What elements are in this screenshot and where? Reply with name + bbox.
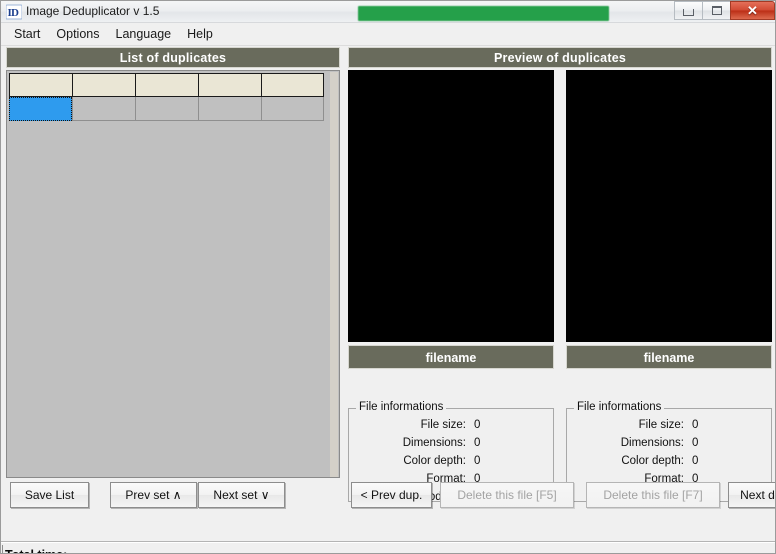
close-button[interactable]: ✕: [730, 1, 775, 20]
preview-filename-right: filename: [566, 345, 772, 369]
grid-header-cell[interactable]: [198, 73, 261, 97]
info-label: Color depth:: [621, 454, 684, 467]
menu-item-options[interactable]: Options: [48, 24, 107, 44]
preview-image-right[interactable]: [566, 70, 772, 342]
grid-header-cell[interactable]: [9, 73, 72, 97]
info-value: 0: [692, 418, 699, 431]
next-set-button[interactable]: Next set ∨: [198, 482, 285, 508]
info-label: Dimensions:: [620, 436, 684, 449]
preview-filename-left: filename: [348, 345, 554, 369]
grid-header-row: [9, 73, 339, 97]
grid-header-cell[interactable]: [72, 73, 135, 97]
menu-item-language[interactable]: Language: [108, 24, 180, 44]
status-divider: [2, 545, 3, 553]
info-row-color-depth-left: Color depth: 0: [349, 452, 553, 469]
list-of-duplicates-caption: List of duplicates: [6, 47, 340, 68]
preview-left: filename: [348, 70, 554, 369]
table-row[interactable]: [9, 97, 339, 121]
maximize-button[interactable]: [702, 1, 731, 20]
preview-buttons-bar: < Prev dup. Delete this file [F5] Delete…: [348, 482, 775, 508]
minimize-icon: [683, 9, 694, 16]
preview-image-left[interactable]: [348, 70, 554, 342]
info-row-color-depth-right: Color depth: 0: [567, 452, 771, 469]
info-label: File size:: [638, 418, 684, 431]
prev-set-button[interactable]: Prev set ∧: [110, 482, 197, 508]
panel-splitter[interactable]: [340, 46, 348, 508]
client-area: List of duplicates Save List Prev set ∧ …: [1, 46, 775, 553]
grid-cell-selected[interactable]: [9, 97, 72, 121]
grid-header-cell[interactable]: [135, 73, 198, 97]
grid-cell[interactable]: [198, 97, 261, 121]
preview-panel: Preview of duplicates filename filename …: [348, 47, 775, 508]
next-dup-button[interactable]: Next dup. >: [728, 482, 775, 508]
preview-of-duplicates-caption: Preview of duplicates: [348, 47, 772, 68]
info-value: 0: [692, 436, 699, 449]
grid-cell[interactable]: [135, 97, 198, 121]
info-row-file-size-right: File size: 0: [567, 416, 771, 433]
info-row-dimensions-left: Dimensions: 0: [349, 434, 553, 451]
grid-cell[interactable]: [72, 97, 135, 121]
window-title: Image Deduplicator v 1.5: [26, 4, 160, 18]
close-icon: ✕: [747, 3, 758, 18]
svg-text:D: D: [11, 7, 19, 19]
minimize-button[interactable]: [674, 1, 703, 20]
info-label: File size:: [420, 418, 466, 431]
info-label: Dimensions:: [402, 436, 466, 449]
info-value: 0: [692, 454, 699, 467]
preview-right: filename: [566, 70, 772, 369]
grid-cell[interactable]: [261, 97, 324, 121]
info-row-file-size-left: File size: 0: [349, 416, 553, 433]
grid-header-cell[interactable]: [261, 73, 324, 97]
duplicates-grid[interactable]: [6, 70, 340, 478]
title-progress-bar: [358, 6, 609, 21]
delete-file-f7-button[interactable]: Delete this file [F7]: [586, 482, 720, 508]
group-legend-left: File informations: [356, 401, 447, 414]
info-value: 0: [474, 418, 481, 431]
maximize-icon: [711, 6, 722, 15]
status-bar: Total time:: [1, 542, 775, 553]
group-legend-right: File informations: [574, 401, 665, 414]
delete-file-f5-button[interactable]: Delete this file [F5]: [440, 482, 574, 508]
save-list-button[interactable]: Save List: [10, 482, 89, 508]
info-row-dimensions-right: Dimensions: 0: [567, 434, 771, 451]
info-label: Color depth:: [403, 454, 466, 467]
info-value: 0: [474, 454, 481, 467]
info-value: 0: [474, 436, 481, 449]
grid-vertical-scrollbar[interactable]: [330, 72, 338, 477]
window-controls: ✕: [674, 1, 775, 21]
total-time-label: Total time:: [5, 548, 67, 553]
menu-bar: Start Options Language Help: [1, 23, 775, 46]
list-buttons-bar: Save List Prev set ∧ Next set ∨: [6, 482, 340, 508]
duplicates-list-panel: List of duplicates Save List Prev set ∧ …: [6, 47, 340, 508]
app-id-logo-icon: I D: [5, 4, 23, 20]
menu-item-start[interactable]: Start: [6, 24, 48, 44]
bottom-filler: [1, 510, 775, 542]
preview-pair: filename filename: [348, 70, 772, 395]
title-bar[interactable]: I D Image Deduplicator v 1.5 ✕: [1, 1, 775, 23]
application-window: I D Image Deduplicator v 1.5 ✕ Start Opt…: [0, 0, 776, 554]
prev-dup-button[interactable]: < Prev dup.: [351, 482, 432, 508]
menu-item-help[interactable]: Help: [179, 24, 221, 44]
